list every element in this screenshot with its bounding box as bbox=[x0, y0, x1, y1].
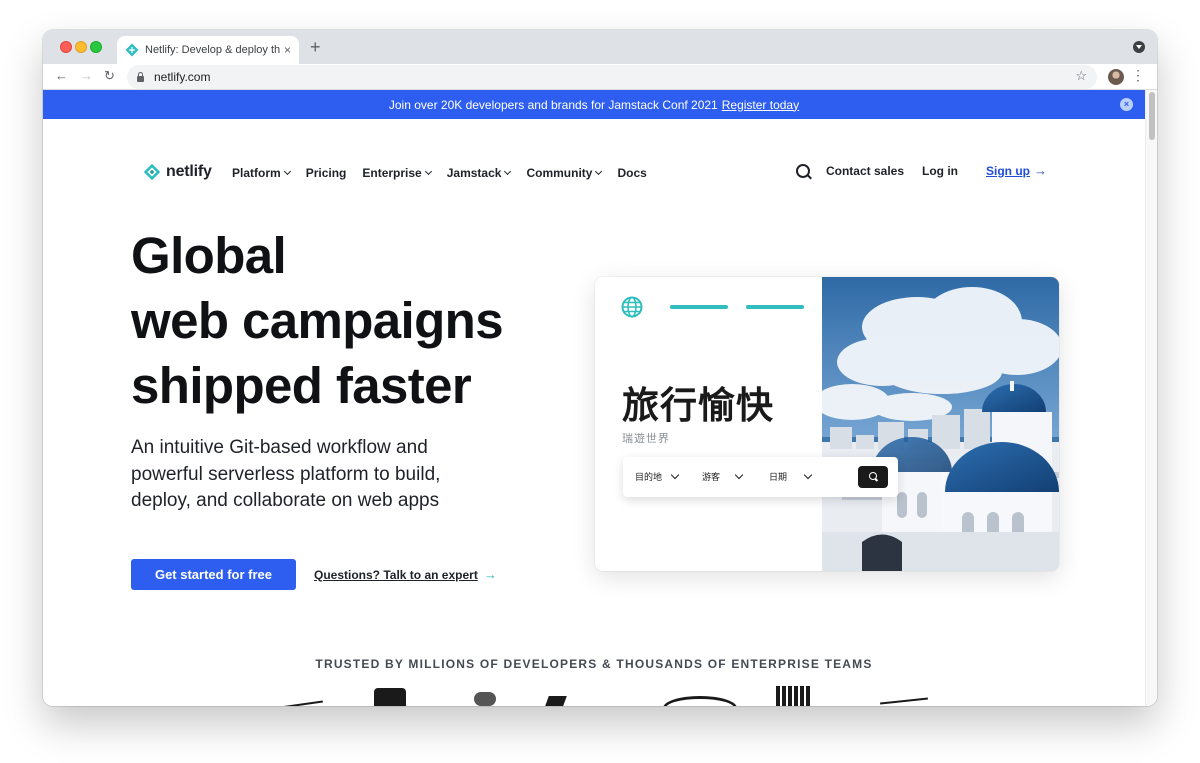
santorini-photo bbox=[822, 277, 1059, 571]
netlify-logo[interactable]: netlify bbox=[143, 163, 212, 181]
nav-platform-label: Platform bbox=[232, 166, 281, 180]
banner-text: Join over 20K developers and brands for … bbox=[388, 97, 718, 112]
minimize-window-button[interactable] bbox=[75, 41, 87, 53]
tab-title: Netlify: Develop & deploy the b… bbox=[145, 44, 280, 56]
close-window-button[interactable] bbox=[60, 41, 72, 53]
shopping-bag-logo-icon bbox=[374, 688, 406, 706]
travel-search-bar: 目的地 游客 日期 bbox=[623, 457, 898, 497]
qr-logo-icon bbox=[776, 686, 810, 706]
register-link[interactable]: Register today bbox=[722, 98, 799, 112]
search-icon[interactable] bbox=[795, 163, 810, 178]
netlify-logo-icon bbox=[143, 163, 161, 181]
hero-subtitle: An intuitive Git-based workflow and powe… bbox=[131, 437, 441, 511]
customer-logo-icon bbox=[474, 692, 496, 706]
nav-jamstack[interactable]: Jamstack bbox=[446, 166, 512, 180]
date-select[interactable]: 日期 bbox=[769, 470, 813, 483]
campaign-subheadline: 瑞遊世界 bbox=[622, 433, 670, 445]
nav-platform[interactable]: Platform bbox=[232, 166, 291, 180]
arrow-right-icon: → bbox=[1034, 163, 1047, 178]
campaign-headline: 旅行愉快 bbox=[622, 384, 774, 427]
browser-menu-icon[interactable]: ⋮ bbox=[1131, 68, 1145, 82]
nav-community[interactable]: Community bbox=[526, 166, 603, 180]
chevron-down-icon bbox=[595, 167, 603, 176]
logo-text: netlify bbox=[166, 163, 212, 180]
hero-title-line: shipped faster bbox=[131, 357, 472, 414]
lock-icon bbox=[137, 71, 144, 82]
santorini-photo-image bbox=[822, 277, 1059, 571]
chevron-down-icon bbox=[504, 167, 512, 176]
hero-title: Global web campaigns shipped faster bbox=[131, 223, 591, 418]
scrollbar-thumb[interactable] bbox=[1149, 92, 1155, 140]
url-text: netlify.com bbox=[154, 70, 211, 84]
search-submit-button[interactable] bbox=[858, 466, 888, 488]
contact-sales-link[interactable]: Contact sales bbox=[826, 164, 904, 178]
header-actions: Contact sales Log in Sign up → bbox=[795, 163, 1047, 178]
netlify-favicon-icon bbox=[125, 43, 139, 57]
nav-placeholder-bar bbox=[746, 305, 804, 309]
hero-title-line: Global bbox=[131, 227, 287, 284]
destination-label: 目的地 bbox=[635, 472, 663, 482]
address-bar[interactable]: netlify.com ☆ bbox=[127, 65, 1097, 89]
site-header: netlify Platform Pricing Enterprise Jams… bbox=[43, 119, 1145, 231]
globe-icon bbox=[621, 296, 643, 318]
back-button[interactable]: ← bbox=[55, 68, 68, 83]
customer-logo-icon bbox=[880, 697, 928, 705]
arrow-right-icon: → bbox=[483, 567, 497, 582]
browser-window: Netlify: Develop & deploy the b… × + ← →… bbox=[43, 30, 1157, 706]
danone-logo-icon bbox=[663, 696, 737, 706]
chevron-down-icon bbox=[734, 470, 744, 480]
bookmark-star-icon[interactable]: ☆ bbox=[1075, 68, 1087, 84]
customer-logos bbox=[43, 682, 1145, 706]
reload-button[interactable]: ↻ bbox=[104, 68, 115, 84]
browser-tab[interactable]: Netlify: Develop & deploy the b… × bbox=[117, 36, 299, 64]
hero-title-line: web campaigns bbox=[131, 292, 504, 349]
nav-pricing[interactable]: Pricing bbox=[306, 166, 347, 180]
page-viewport: Join over 20K developers and brands for … bbox=[43, 90, 1145, 706]
chevron-down-icon bbox=[670, 470, 680, 480]
maximize-window-button[interactable] bbox=[90, 41, 102, 53]
tab-strip: Netlify: Develop & deploy the b… × + bbox=[43, 30, 1157, 64]
forward-button[interactable]: → bbox=[80, 68, 93, 83]
page-scrollbar[interactable] bbox=[1145, 90, 1157, 706]
chevron-down-icon bbox=[803, 470, 813, 480]
nav-community-label: Community bbox=[526, 166, 593, 180]
nav-pricing-label: Pricing bbox=[305, 166, 347, 180]
guests-select[interactable]: 游客 bbox=[702, 470, 744, 483]
profile-avatar[interactable] bbox=[1108, 69, 1124, 85]
get-started-button[interactable]: Get started for free bbox=[131, 559, 296, 590]
tab-search-icon[interactable] bbox=[1133, 41, 1145, 53]
chevron-down-icon bbox=[283, 167, 291, 176]
signup-link[interactable]: Sign up bbox=[986, 164, 1030, 178]
close-tab-icon[interactable]: × bbox=[284, 43, 291, 57]
banner-close-icon[interactable]: × bbox=[1120, 98, 1133, 111]
campaign-preview-card: 旅行愉快 瑞遊世界 目的地 游客 日期 bbox=[595, 277, 1059, 571]
nav-docs-label: Docs bbox=[617, 166, 647, 180]
guests-label: 游客 bbox=[702, 472, 721, 482]
nav-docs[interactable]: Docs bbox=[617, 166, 646, 180]
login-link[interactable]: Log in bbox=[922, 164, 958, 178]
nav-enterprise[interactable]: Enterprise bbox=[362, 166, 432, 180]
nav-jamstack-label: Jamstack bbox=[446, 166, 502, 180]
customer-logo-icon bbox=[545, 696, 567, 706]
talk-to-expert-label: Questions? Talk to an expert bbox=[314, 567, 478, 582]
browser-toolbar: ← → ↻ netlify.com ☆ ⋮ bbox=[43, 64, 1157, 90]
nav-placeholder-bar bbox=[670, 305, 728, 309]
destination-select[interactable]: 目的地 bbox=[635, 470, 680, 483]
trusted-by-heading: TRUSTED BY MILLIONS OF DEVELOPERS & THOU… bbox=[315, 657, 873, 671]
customer-logo-icon bbox=[273, 700, 323, 706]
talk-to-expert-link[interactable]: Questions? Talk to an expert → bbox=[314, 567, 497, 582]
main-menu: Platform Pricing Enterprise Jamstack Com… bbox=[232, 166, 663, 180]
chevron-down-icon bbox=[424, 167, 432, 176]
date-label: 日期 bbox=[769, 472, 788, 482]
nav-enterprise-label: Enterprise bbox=[362, 166, 422, 180]
preview-content: 旅行愉快 瑞遊世界 bbox=[595, 277, 822, 571]
new-tab-button[interactable]: + bbox=[310, 37, 321, 58]
announcement-banner: Join over 20K developers and brands for … bbox=[43, 90, 1145, 119]
